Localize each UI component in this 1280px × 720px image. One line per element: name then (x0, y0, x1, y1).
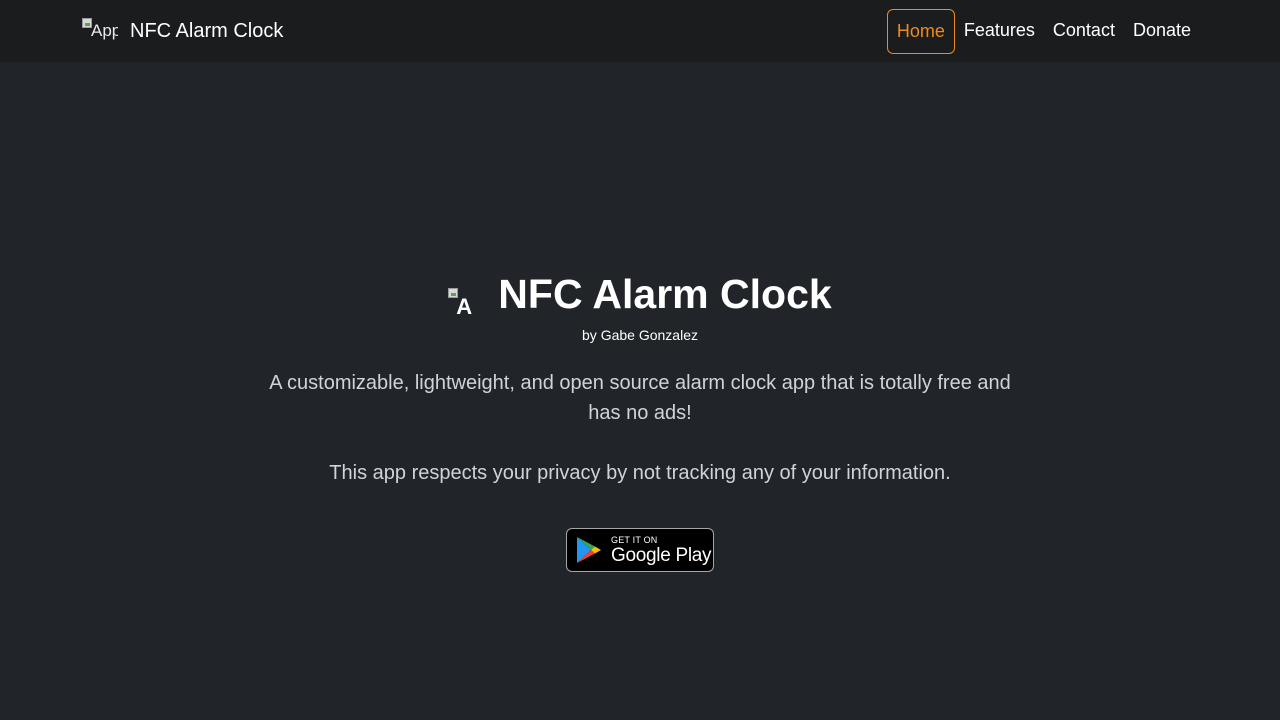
app-logo-alt-text: App (91, 21, 118, 40)
privacy-statement: This app respects your privacy by not tr… (329, 462, 951, 484)
nav-item-home[interactable]: Home (886, 9, 955, 54)
app-logo-broken-image: App (82, 18, 118, 44)
hero-logo-broken-image: A (448, 274, 478, 314)
nav-item-donate[interactable]: Donate (1124, 9, 1200, 54)
brand-link[interactable]: App NFC Alarm Clock (82, 14, 283, 48)
badge-text: GET IT ON Google Play (611, 534, 712, 566)
author-byline: by Gabe Gonzalez (582, 327, 698, 343)
brand-name: NFC Alarm Clock (130, 19, 284, 42)
hero-logo-alt-text: A (456, 294, 473, 315)
google-play-badge[interactable]: GET IT ON Google Play (566, 528, 714, 572)
app-description: A customizable, lightweight, and open so… (269, 372, 1011, 424)
hero-title-row: A NFC Alarm Clock (0, 262, 1280, 326)
google-play-icon (577, 537, 601, 563)
hero-section: A NFC Alarm Clock by Gabe Gonzalez A cus… (0, 262, 1280, 572)
badge-small-text: GET IT ON (611, 534, 658, 545)
nav-item-features[interactable]: Features (955, 9, 1044, 54)
main-nav: Home Features Contact Donate (886, 9, 1200, 54)
navbar: App NFC Alarm Clock Home Features Contac… (0, 0, 1280, 62)
badge-store-name: Google Play (611, 544, 712, 566)
page-title: NFC Alarm Clock (498, 271, 832, 317)
nav-item-contact[interactable]: Contact (1044, 9, 1124, 54)
